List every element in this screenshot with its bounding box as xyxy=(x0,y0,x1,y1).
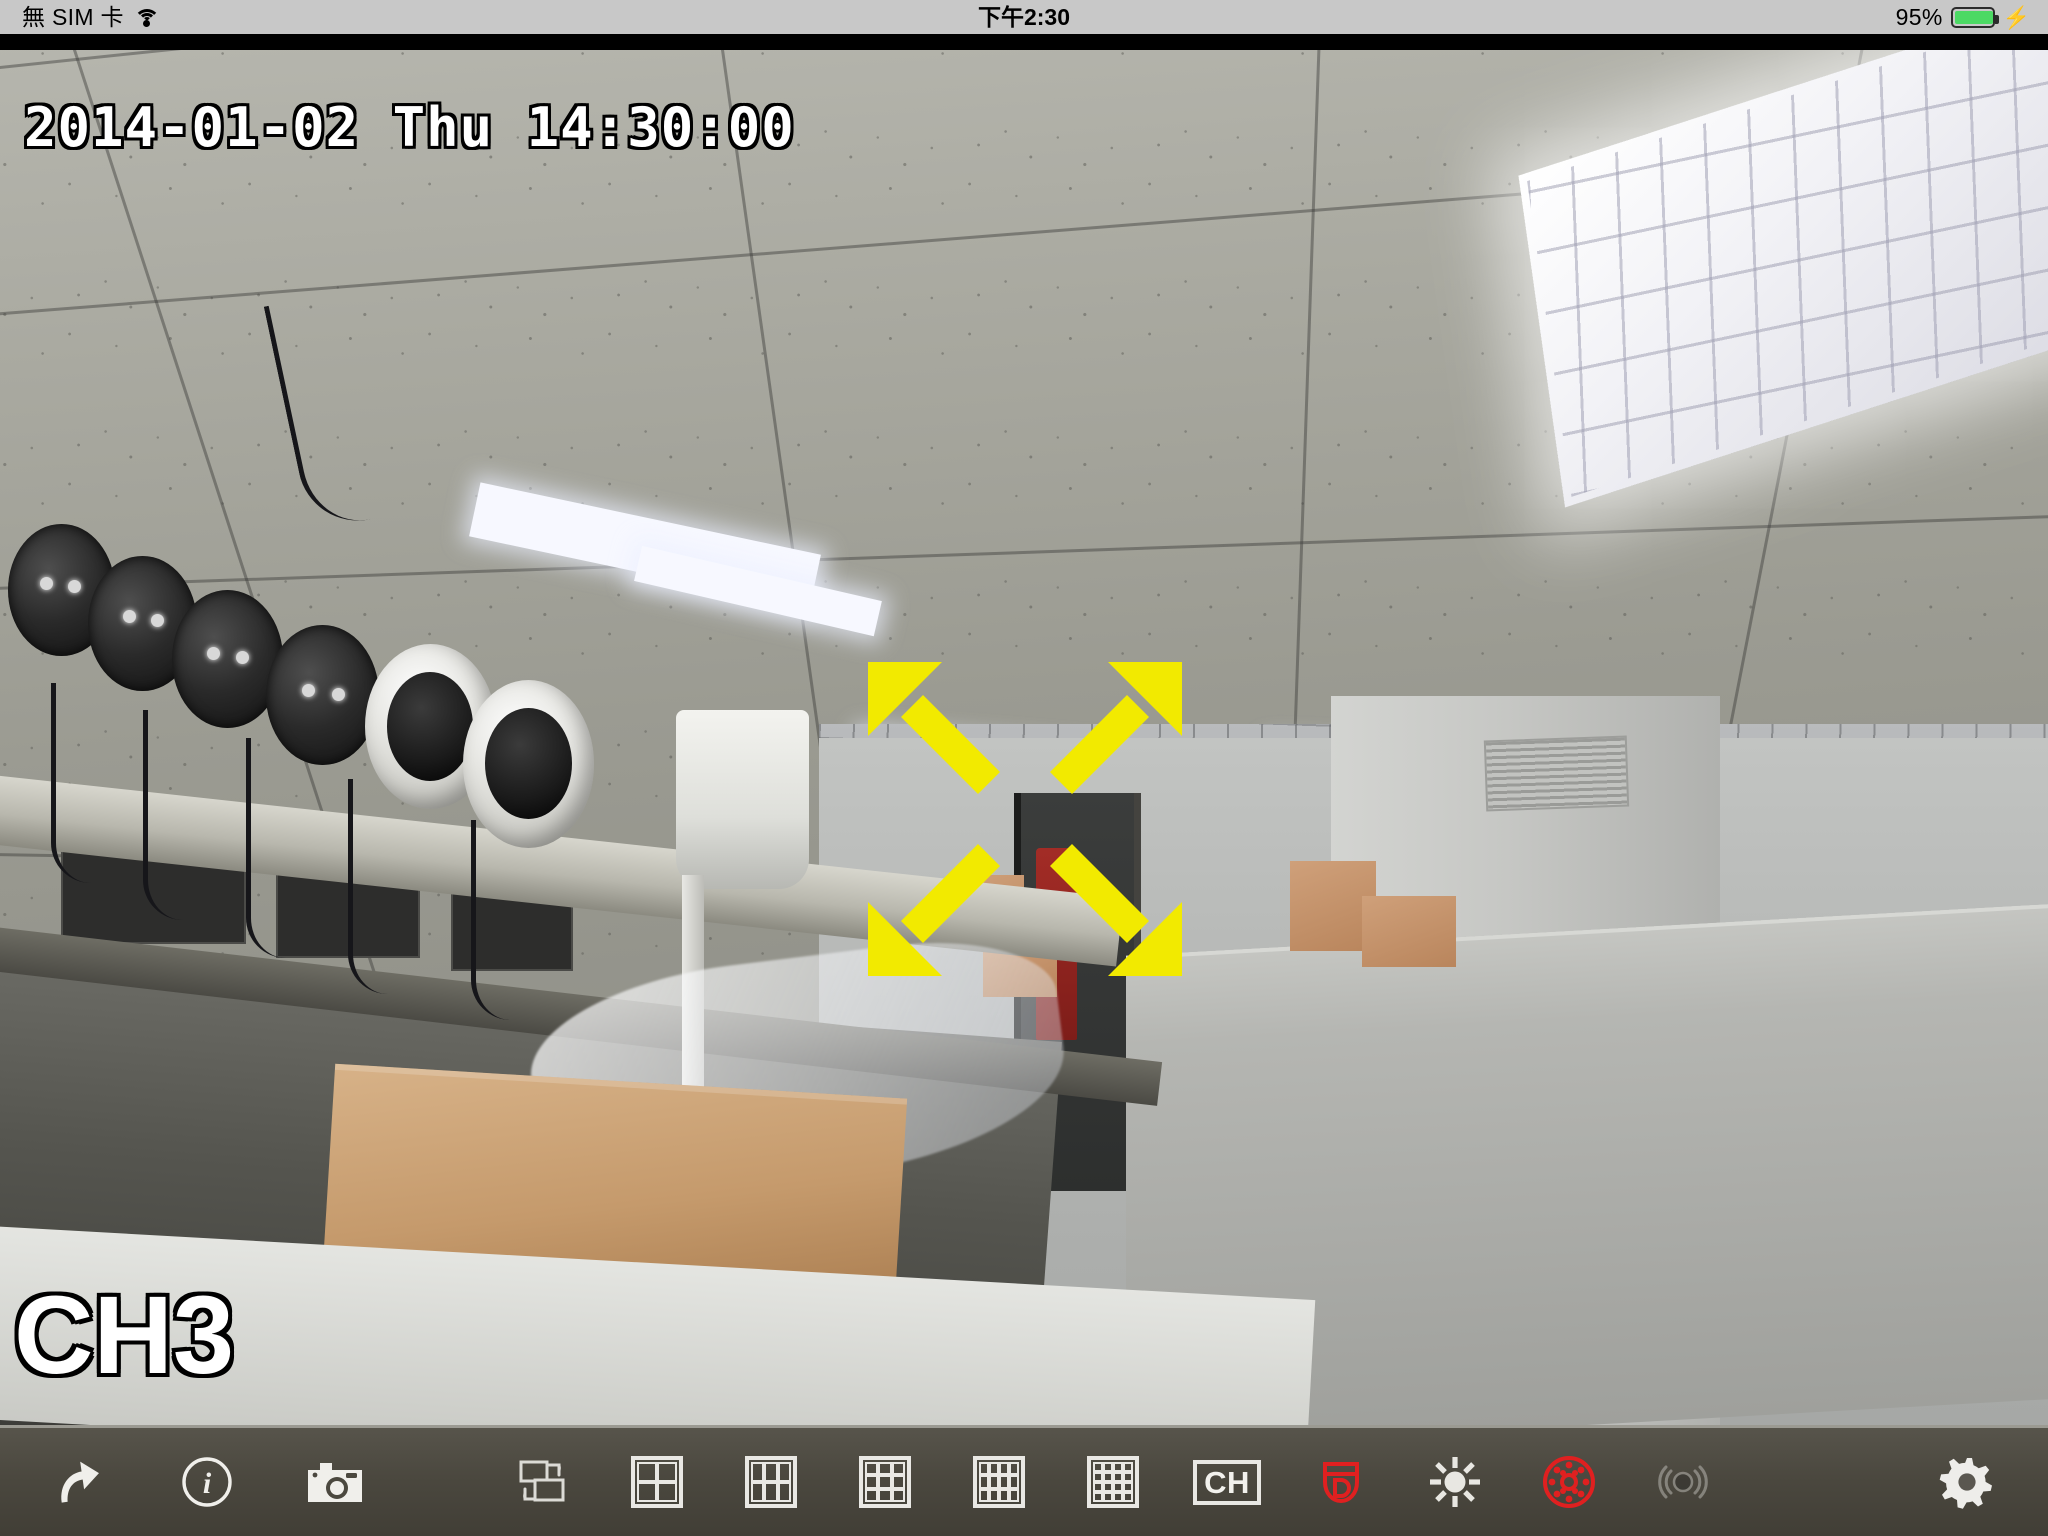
ir-led-ring-icon xyxy=(1543,1456,1595,1508)
curved-up-arrow-icon xyxy=(61,1461,99,1503)
clock-label: 下午2:30 xyxy=(977,4,1071,30)
battery-percent-label: 95% xyxy=(1895,4,1943,30)
toolbar-layout-group: CH xyxy=(504,1443,1722,1521)
grid-3x3-icon xyxy=(859,1456,911,1508)
layout-16-button[interactable] xyxy=(1074,1443,1152,1521)
gear-icon xyxy=(1939,1458,1992,1509)
grid-4x3-icon xyxy=(973,1456,1025,1508)
sun-icon xyxy=(1430,1457,1480,1507)
video-viewport[interactable]: 2014-01-02 Thu 14:30:00 CH3 xyxy=(0,34,2048,1425)
layout-4-button[interactable] xyxy=(618,1443,696,1521)
battery-icon xyxy=(1950,6,1999,28)
cable-3 xyxy=(245,737,286,958)
svg-text:i: i xyxy=(203,1467,212,1500)
camera-live-feed[interactable]: 2014-01-02 Thu 14:30:00 CH3 xyxy=(0,50,2048,1425)
ir-led-button[interactable] xyxy=(1530,1443,1608,1521)
grid-2x2-icon xyxy=(631,1456,683,1508)
screen-swap-icon xyxy=(519,1460,565,1502)
wall-vent xyxy=(1483,735,1630,812)
toolbar-left-group: i xyxy=(40,1443,374,1521)
snapshot-button[interactable] xyxy=(296,1443,374,1521)
status-bar-right: 95% ⚡ xyxy=(1896,0,2030,34)
status-bar-center: 下午2:30 xyxy=(0,0,2048,34)
sequence-button[interactable] xyxy=(504,1443,582,1521)
cable-1 xyxy=(51,682,91,883)
channel-label-overlay: CH3 xyxy=(14,1274,235,1397)
video-timestamp-overlay: 2014-01-02 Thu 14:30:00 xyxy=(24,96,795,159)
cable-4 xyxy=(348,778,388,994)
dome-shield-d-icon xyxy=(1323,1462,1359,1504)
ch-box-icon: CH xyxy=(1193,1459,1261,1505)
grid-3x2-icon xyxy=(745,1456,797,1508)
audio-button[interactable] xyxy=(1644,1443,1722,1521)
layout-6-button[interactable] xyxy=(732,1443,810,1521)
info-button[interactable]: i xyxy=(168,1443,246,1521)
grid-4x4-icon xyxy=(1087,1456,1139,1508)
ptz-camera xyxy=(675,710,809,889)
lightning-bolt-icon: ⚡ xyxy=(2002,4,2030,30)
layout-9-button[interactable] xyxy=(846,1443,924,1521)
camera-icon xyxy=(308,1463,362,1502)
audio-waves-icon xyxy=(1658,1465,1708,1499)
brightness-button[interactable] xyxy=(1416,1443,1494,1521)
settings-button[interactable] xyxy=(1928,1443,2006,1521)
bottom-toolbar: i CH xyxy=(0,1425,2048,1536)
back-button[interactable] xyxy=(40,1443,118,1521)
toolbar-right-group xyxy=(1928,1443,2006,1521)
cable-2 xyxy=(143,710,183,920)
cable-5 xyxy=(471,820,511,1020)
dome-ptz-button[interactable] xyxy=(1302,1443,1380,1521)
info-circle-icon: i xyxy=(182,1457,232,1507)
ios-status-bar: 無 SIM 卡 下午2:30 95% ⚡ xyxy=(0,0,2048,34)
layout-12-button[interactable] xyxy=(960,1443,1038,1521)
channel-button[interactable]: CH xyxy=(1188,1443,1266,1521)
cardboard-box-b xyxy=(1361,895,1457,968)
